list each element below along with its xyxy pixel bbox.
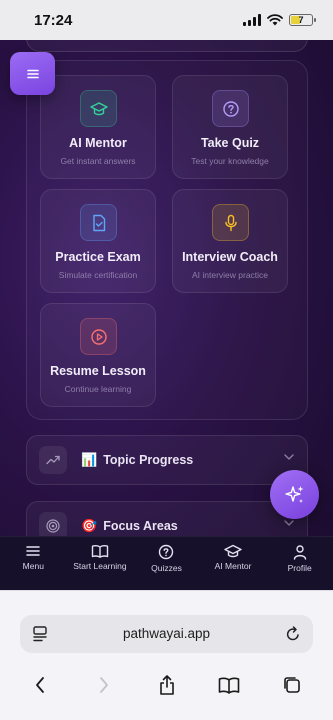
status-time: 17:24 <box>34 11 73 29</box>
nav-start-learning[interactable]: Start Learning <box>67 537 134 590</box>
question-circle-icon <box>222 100 239 117</box>
ai-mentor-tile[interactable]: AI Mentor Get instant answers <box>40 75 156 179</box>
nav-label: Profile <box>287 563 312 573</box>
app-screen: AI Mentor Get instant answers Take Quiz … <box>0 40 333 590</box>
chevron-down-icon <box>284 520 294 526</box>
battery-percentage: 7 <box>298 15 304 25</box>
chevron-right-icon <box>100 677 108 693</box>
bar-chart-emoji-icon: 📊 <box>81 452 98 467</box>
status-icons: 7 <box>243 14 316 26</box>
back-button[interactable] <box>28 673 52 697</box>
nav-label: AI Mentor <box>214 561 252 571</box>
trend-up-icon <box>39 446 67 474</box>
nav-quizzes[interactable]: Quizzes <box>133 537 200 590</box>
interview-coach-icon-badge <box>212 204 249 241</box>
take-quiz-icon-badge <box>212 90 249 127</box>
previous-card-edge <box>26 40 308 52</box>
share-button[interactable] <box>155 673 179 697</box>
tile-title: Practice Exam <box>55 250 141 264</box>
section-label: Topic Progress <box>103 453 194 467</box>
user-icon <box>293 545 306 560</box>
ai-assistant-button[interactable] <box>270 470 319 519</box>
battery-icon: 7 <box>289 14 316 26</box>
document-check-icon <box>92 214 105 231</box>
tile-title: Take Quiz <box>200 136 260 150</box>
cellular-signal-icon <box>243 14 261 26</box>
play-circle-icon <box>90 328 107 345</box>
hamburger-icon <box>26 69 39 78</box>
nav-ai-mentor[interactable]: AI Mentor <box>200 537 267 590</box>
target-emoji-icon: 🎯 <box>81 518 98 533</box>
tile-title: Interview Coach <box>182 250 278 264</box>
practice-exam-icon-badge <box>80 204 117 241</box>
interview-coach-tile[interactable]: Interview Coach AI interview practice <box>172 189 288 293</box>
tile-subtitle: Simulate certification <box>58 270 138 280</box>
graduation-cap-icon <box>89 101 108 115</box>
nav-label: Start Learning <box>73 561 127 571</box>
resume-lesson-tile[interactable]: Resume Lesson Continue learning <box>40 303 156 407</box>
chevron-down-icon <box>284 454 294 460</box>
tile-title: Resume Lesson <box>50 364 146 378</box>
tile-subtitle: AI interview practice <box>191 270 269 280</box>
address-bar[interactable]: pathwayai.app <box>20 615 313 653</box>
book-icon <box>91 545 109 558</box>
chevron-left-icon <box>36 677 44 693</box>
browser-toolbar: pathwayai.app <box>0 590 333 720</box>
graduation-cap-icon <box>224 544 242 558</box>
forward-button[interactable] <box>92 673 116 697</box>
reload-icon[interactable] <box>285 625 301 643</box>
tile-title: AI Mentor <box>69 136 127 150</box>
status-bar: 17:24 7 <box>0 0 333 40</box>
nav-profile[interactable]: Profile <box>266 537 333 590</box>
nav-menu[interactable]: Menu <box>0 537 67 590</box>
microphone-icon <box>224 214 237 231</box>
share-icon <box>160 675 174 695</box>
menu-icon <box>26 546 41 556</box>
url-text: pathwayai.app <box>122 626 211 641</box>
sparkles-icon <box>284 485 303 503</box>
tile-subtitle: Test your knowledge <box>191 156 269 166</box>
resume-lesson-icon-badge <box>80 318 117 355</box>
ai-mentor-icon-badge <box>80 90 117 127</box>
question-circle-icon <box>159 544 174 560</box>
tabs-button[interactable] <box>280 673 304 697</box>
tabs-icon <box>284 677 300 693</box>
topic-progress-section[interactable]: 📊 Topic Progress <box>26 435 308 485</box>
nav-label: Quizzes <box>151 563 182 573</box>
section-label: Focus Areas <box>103 519 178 533</box>
take-quiz-tile[interactable]: Take Quiz Test your knowledge <box>172 75 288 179</box>
practice-exam-tile[interactable]: Practice Exam Simulate certification <box>40 189 156 293</box>
tile-subtitle: Get instant answers <box>60 156 136 166</box>
bookmarks-button[interactable] <box>217 673 241 697</box>
bottom-navigation: Menu Start Learning Quizzes AI Mentor Pr… <box>0 536 333 590</box>
nav-label: Menu <box>22 561 44 571</box>
book-icon <box>218 677 240 694</box>
menu-button[interactable] <box>10 52 55 95</box>
wifi-icon <box>267 14 283 26</box>
tile-subtitle: Continue learning <box>64 384 132 394</box>
